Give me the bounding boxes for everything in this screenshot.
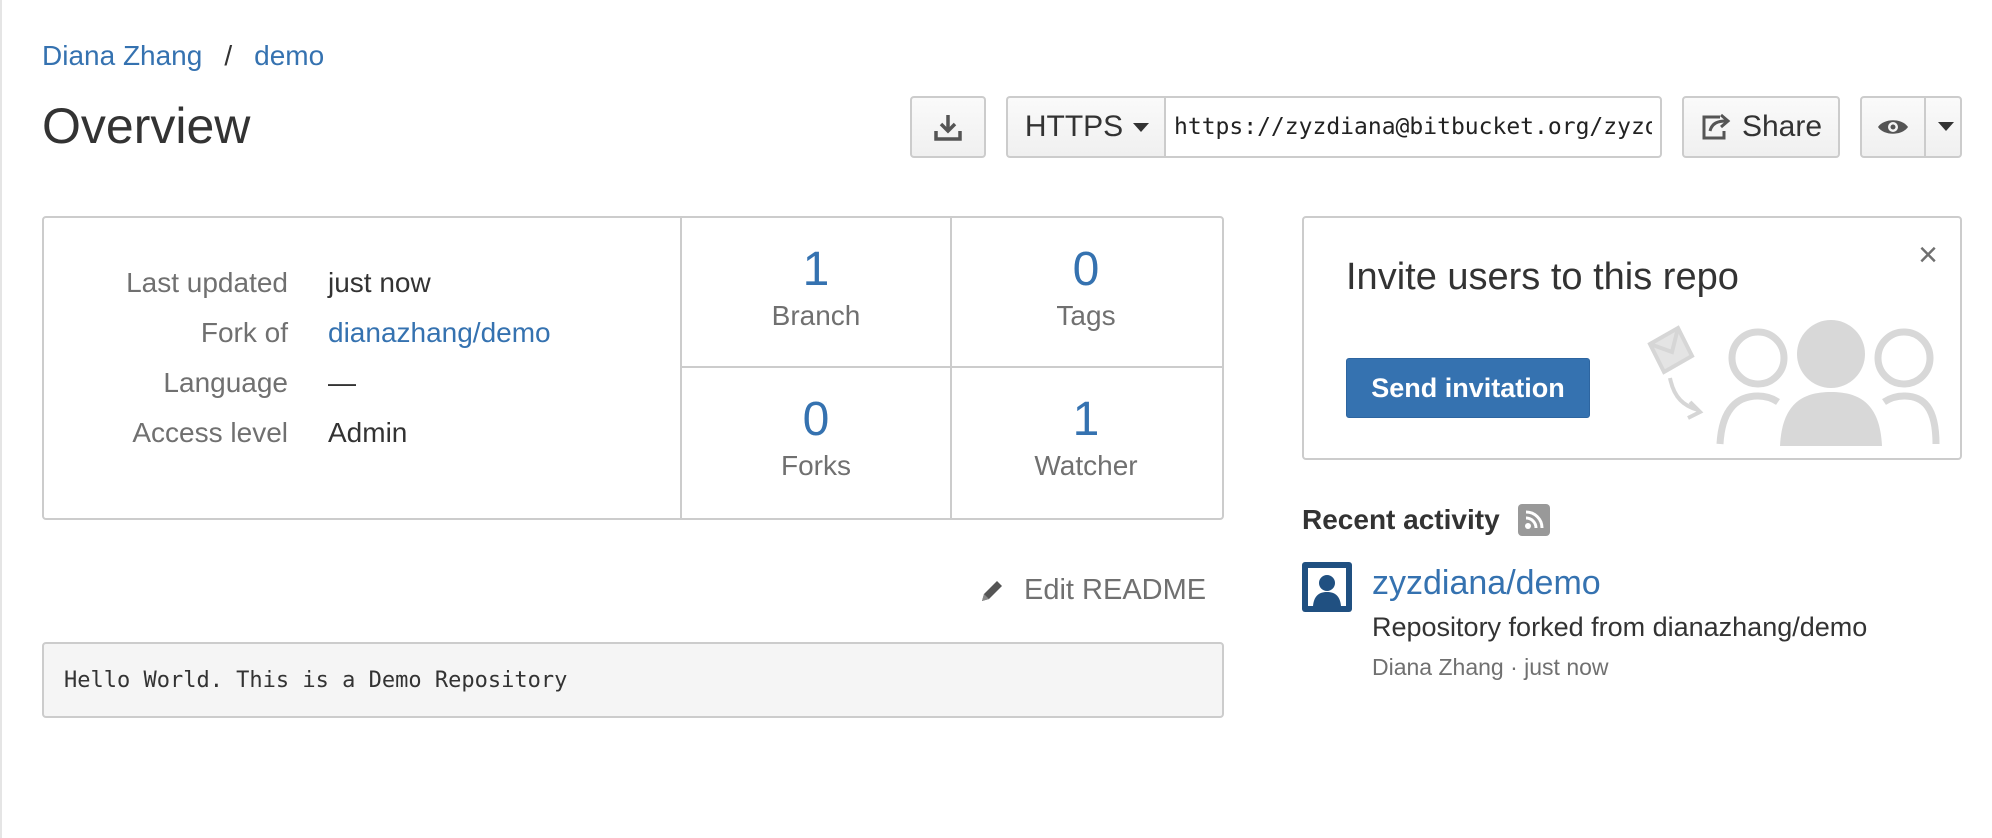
download-icon	[934, 115, 962, 141]
meta-value: Admin	[328, 417, 408, 448]
meta-value: just now	[328, 267, 431, 298]
share-button[interactable]: Share	[1682, 96, 1840, 158]
activity-description: Repository forked from dianazhang/demo	[1372, 612, 1868, 642]
envelope-icon	[1647, 325, 1704, 420]
watch-divider	[1924, 98, 1926, 156]
activity-meta: Diana Zhang · just now	[1372, 654, 1609, 680]
protocol-label: HTTPS	[1024, 110, 1124, 143]
eye-icon	[1878, 120, 1908, 134]
meta-row-access-level: Access level Admin	[44, 408, 680, 458]
meta-label: Access level	[132, 417, 288, 448]
fork-parent-link[interactable]: dianazhang/demo	[328, 317, 551, 349]
readme-content: Hello World. This is a Demo Repository	[42, 642, 1224, 718]
stat-forks[interactable]: 0 Forks	[682, 368, 950, 516]
invite-title: Invite users to this repo	[1346, 256, 1739, 298]
stat-label: Watcher	[1034, 450, 1138, 481]
breadcrumb-owner-link[interactable]: Diana Zhang	[42, 40, 202, 71]
caret-down-icon	[1133, 122, 1150, 132]
activity-repo-link[interactable]: zyzdiana/demo	[1372, 564, 1601, 603]
close-icon[interactable]: ×	[1918, 238, 1938, 272]
breadcrumb-separator: /	[224, 40, 233, 71]
meta-row-fork-of: Fork of dianazhang/demo	[44, 308, 680, 358]
stat-tags[interactable]: 0 Tags	[952, 218, 1220, 366]
send-invitation-button[interactable]: Send invitation	[1346, 358, 1590, 418]
stat-count: 0	[802, 393, 830, 446]
stat-label: Branch	[771, 300, 861, 331]
stat-label: Tags	[1056, 300, 1116, 331]
rss-icon[interactable]	[1517, 504, 1550, 536]
share-label: Share	[1741, 110, 1823, 143]
stat-count: 1	[1072, 393, 1100, 446]
page-title: Overview	[42, 98, 251, 154]
meta-label: Last updated	[126, 267, 288, 298]
protocol-dropdown[interactable]: HTTPS	[1006, 96, 1166, 158]
meta-label: Fork of	[200, 317, 288, 348]
people-icon	[1716, 320, 1940, 446]
meta-row-language: Language —	[44, 358, 680, 408]
invite-panel: Invite users to this repo × Send invitat…	[1302, 216, 1962, 460]
activity-item: zyzdiana/demo Repository forked from dia…	[1302, 562, 1962, 692]
download-button[interactable]	[910, 96, 986, 158]
breadcrumb: Diana Zhang / demo	[42, 40, 324, 72]
breadcrumb-repo-link[interactable]: demo	[254, 40, 324, 71]
stat-watchers[interactable]: 1 Watcher	[952, 368, 1220, 516]
repo-meta: Last updated just now Fork of dianazhang…	[44, 258, 680, 458]
invite-illustration	[1647, 320, 1940, 446]
stat-label: Forks	[781, 450, 851, 481]
left-border	[0, 0, 2, 838]
edit-readme-link[interactable]: Edit README	[978, 574, 1206, 607]
caret-down-icon	[1938, 122, 1954, 131]
pencil-icon	[982, 580, 1002, 601]
clone-url-input[interactable]	[1164, 96, 1662, 158]
stat-count: 1	[802, 243, 830, 296]
meta-label: Language	[163, 367, 288, 398]
stat-count: 0	[1072, 243, 1100, 296]
repo-stats-panel: Last updated just now Fork of dianazhang…	[42, 216, 1224, 520]
user-avatar-icon[interactable]	[1302, 562, 1352, 612]
readme-text: Hello World. This is a Demo Repository	[64, 667, 568, 693]
share-icon	[1702, 113, 1731, 140]
watch-dropdown-button[interactable]	[1860, 96, 1962, 158]
edit-readme-label: Edit README	[1024, 574, 1207, 606]
meta-row-last-updated: Last updated just now	[44, 258, 680, 308]
stat-branches[interactable]: 1 Branch	[682, 218, 950, 366]
meta-value: —	[328, 367, 356, 398]
recent-activity-title: Recent activity	[1302, 504, 1500, 535]
recent-activity-heading: Recent activity	[1302, 504, 1550, 536]
